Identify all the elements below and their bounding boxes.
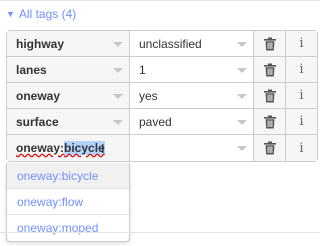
tag-row: highway unclassified i [7,31,317,57]
trash-icon [263,141,276,155]
tag-info-button[interactable]: i [286,109,317,134]
caret-down-icon[interactable] [113,68,123,73]
triangle-down-icon: ▼ [6,8,15,19]
tag-value-text: unclassified [139,36,202,51]
tag-info-button[interactable]: i [286,83,317,108]
tag-value-text: paved [139,114,172,129]
delete-tag-button[interactable] [254,109,286,134]
caret-down-icon[interactable] [237,68,247,73]
info-icon: i [299,114,304,129]
info-icon: i [299,62,304,77]
text-cursor-icon: I [101,141,105,156]
trash-icon [263,89,276,102]
caret-down-icon[interactable] [237,146,247,151]
caret-down-icon[interactable] [113,94,123,99]
tag-row: oneway yes i [7,83,317,109]
key-autocomplete-selection: bicycle [64,141,105,155]
info-icon: i [299,36,304,51]
trash-icon [263,37,276,50]
all-tags-toggle[interactable]: ▼ All tags (4) [6,6,76,22]
delete-tag-button[interactable] [254,31,286,56]
tag-row-editing: oneway:bicycle I i [7,135,317,161]
tag-key-text: highway [16,36,65,51]
info-icon: i [299,88,304,103]
caret-down-icon[interactable] [113,120,123,125]
caret-down-icon[interactable] [113,42,123,47]
caret-down-icon[interactable] [237,120,247,125]
delete-tag-button[interactable] [254,57,286,82]
tag-key-text: oneway [16,88,61,103]
suggestion-item[interactable]: oneway:moped [7,215,129,241]
caret-down-icon[interactable] [237,42,247,47]
all-tags-label: All tags (4) [18,7,77,21]
suggestion-item[interactable]: oneway:flow [7,189,129,215]
tag-value-text: yes [139,88,158,103]
tag-key-input[interactable]: oneway:bicycle I [7,135,130,161]
delete-tag-button[interactable] [254,135,286,161]
tag-info-button[interactable]: i [286,31,317,56]
delete-tag-button[interactable] [254,83,286,108]
suggestion-item[interactable]: oneway:bicycle [7,163,129,189]
tag-key-text: surface [16,114,59,129]
tag-value-field[interactable]: 1 [130,57,254,82]
tag-row: surface paved i [7,109,317,135]
top-divider [0,0,320,1]
tag-value-input[interactable] [130,135,254,161]
tag-value-field[interactable]: unclassified [130,31,254,56]
tag-info-button[interactable]: i [286,57,317,82]
key-typed-text: oneway: [16,141,65,155]
tag-key-field[interactable]: surface [7,109,130,134]
tag-value-field[interactable]: yes [130,83,254,108]
tag-row: lanes 1 i [7,57,317,83]
tag-key-field[interactable]: highway [7,31,130,56]
tag-table: highway unclassified i lanes 1 i oneway … [6,30,318,162]
tag-key-text: lanes [16,62,47,77]
tag-info-button[interactable]: i [286,135,317,161]
tag-key-field[interactable]: lanes [7,57,130,82]
bottom-divider [0,232,320,233]
trash-icon [263,115,276,128]
tag-value-text: 1 [139,62,146,77]
key-suggestions-dropdown: oneway:bicycle oneway:flow oneway:moped [6,163,130,242]
trash-icon [263,63,276,76]
caret-down-icon[interactable] [237,94,247,99]
info-icon: i [299,140,304,156]
tag-value-field[interactable]: paved [130,109,254,134]
tag-key-text: oneway:bicycle [16,141,105,155]
tag-key-field[interactable]: oneway [7,83,130,108]
